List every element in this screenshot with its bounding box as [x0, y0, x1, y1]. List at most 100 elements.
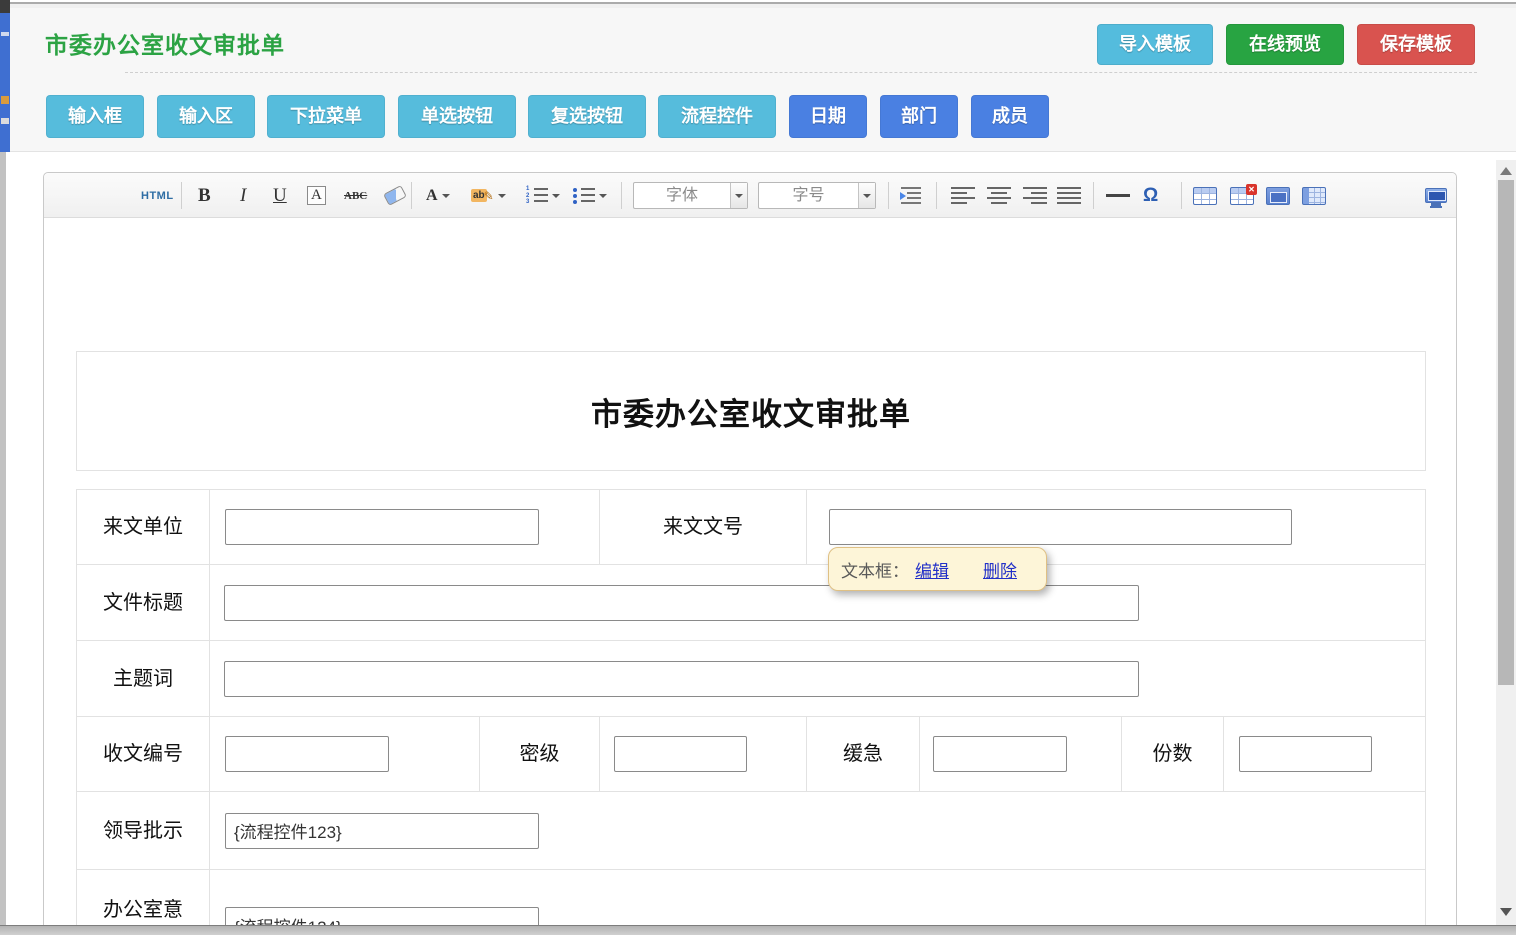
underline-button[interactable]: U — [273, 182, 287, 209]
font-family-value: 字体 — [634, 183, 730, 208]
toolbar-separator — [1181, 182, 1182, 209]
cell-secrecy — [600, 717, 807, 791]
import-template-button[interactable]: 导入模板 — [1097, 24, 1213, 65]
urgency-input[interactable] — [933, 736, 1067, 772]
scroll-up-arrow-icon[interactable] — [1500, 167, 1512, 175]
toolbar-separator — [621, 182, 622, 209]
chevron-down-icon — [599, 194, 607, 198]
toolbar-separator — [181, 182, 182, 209]
unordered-list-icon — [573, 186, 595, 205]
horizontal-rule-icon — [1106, 194, 1130, 197]
tooltip-label: 文本框： — [841, 557, 909, 582]
label-source-unit: 来文单位 — [77, 490, 210, 564]
label-copies: 份数 — [1122, 717, 1224, 791]
table-cell-properties-icon — [1266, 187, 1290, 205]
eraser-button[interactable] — [385, 182, 405, 209]
widget-button-member[interactable]: 成员 — [971, 95, 1049, 138]
save-template-button[interactable]: 保存模板 — [1357, 24, 1475, 65]
widget-button-date[interactable]: 日期 — [789, 95, 867, 138]
label-receipt-number: 收文编号 — [77, 717, 210, 791]
align-center-button[interactable] — [987, 182, 1011, 209]
widget-button-checkbox[interactable]: 复选按钮 — [528, 95, 646, 138]
label-doc-title: 文件标题 — [77, 565, 210, 640]
form-title-box: 市委办公室收文审批单 — [76, 351, 1426, 471]
copies-input[interactable] — [1239, 736, 1372, 772]
scrollbar-thumb[interactable] — [1498, 180, 1514, 685]
scroll-down-arrow-icon[interactable] — [1500, 908, 1512, 916]
align-left-button[interactable] — [951, 182, 975, 209]
label-secrecy: 密级 — [480, 717, 600, 791]
special-char-button[interactable]: Ω — [1143, 182, 1158, 209]
secrecy-input[interactable] — [614, 736, 747, 772]
fullscreen-monitor-icon — [1425, 188, 1447, 203]
toolbar-separator — [936, 182, 937, 209]
delete-link[interactable]: 删除 — [983, 557, 1017, 582]
font-size-dropdown[interactable] — [858, 183, 875, 208]
unordered-list-button[interactable] — [573, 182, 607, 209]
ordered-list-icon — [526, 186, 548, 205]
widget-button-radio[interactable]: 单选按钮 — [398, 95, 516, 138]
widget-button-department[interactable]: 部门 — [880, 95, 958, 138]
align-right-icon — [1023, 187, 1047, 204]
pencil-icon: ✎ — [484, 189, 494, 203]
chevron-down-icon — [735, 194, 743, 198]
leader-remarks-input[interactable] — [225, 813, 539, 849]
font-size-value: 字号 — [759, 183, 858, 208]
font-family-select[interactable]: 字体 — [633, 182, 748, 209]
chevron-down-icon — [498, 194, 506, 198]
ordered-list-button[interactable] — [526, 182, 560, 209]
window-left-edge-mark — [1, 118, 9, 124]
font-color-button[interactable]: A — [426, 182, 450, 209]
italic-button[interactable]: I — [240, 182, 246, 209]
html-source-button[interactable]: HTML — [141, 182, 174, 209]
strikethrough-button[interactable]: ABC — [344, 182, 367, 209]
insert-table-button[interactable] — [1193, 182, 1217, 209]
receipt-number-input[interactable] — [225, 736, 389, 772]
edit-link[interactable]: 编辑 — [915, 557, 949, 582]
highlight-color-button[interactable]: ab✎ — [471, 182, 506, 209]
justify-button[interactable] — [1057, 182, 1081, 209]
quick-style-button[interactable]: A — [307, 182, 326, 209]
widget-button-flow-control[interactable]: 流程控件 — [658, 95, 776, 138]
cell-urgency — [920, 717, 1122, 791]
window-bottom-edge — [0, 925, 1516, 935]
table-row: 主题词 — [77, 641, 1425, 717]
editor-content[interactable]: 市委办公室收文审批单 来文单位 来文文号 文件标题 — [44, 218, 1456, 935]
window-left-edge-mark — [1, 32, 9, 36]
source-unit-input[interactable] — [225, 509, 539, 545]
table-properties-button[interactable] — [1302, 182, 1326, 209]
html-source-icon: HTML — [141, 190, 174, 202]
bold-button[interactable]: B — [198, 182, 211, 209]
boxed-a-icon: A — [307, 186, 326, 205]
subject-input[interactable] — [224, 661, 1139, 697]
align-center-icon — [987, 187, 1011, 204]
header-divider — [125, 72, 1477, 73]
chevron-down-icon — [863, 194, 871, 198]
omega-icon: Ω — [1143, 185, 1158, 207]
horizontal-rule-button[interactable] — [1106, 182, 1130, 209]
toolbar-separator — [888, 182, 889, 209]
font-size-select[interactable]: 字号 — [758, 182, 876, 209]
window-top-edge — [0, 0, 1516, 8]
table-row: 收文编号 密级 缓急 份数 — [77, 717, 1425, 792]
delete-table-button[interactable]: ✕ — [1230, 182, 1254, 209]
cell-doc-title — [210, 565, 1425, 640]
widget-button-input-box[interactable]: 输入框 — [46, 95, 144, 138]
indent-button[interactable] — [901, 182, 921, 209]
table-row: 来文单位 来文文号 — [77, 490, 1425, 565]
fullscreen-button[interactable] — [1425, 182, 1447, 209]
table-row: 领导批示 — [77, 792, 1425, 870]
eraser-icon — [383, 185, 407, 206]
cell-subject — [210, 641, 1425, 716]
indent-icon — [901, 187, 921, 204]
online-preview-button[interactable]: 在线预览 — [1226, 24, 1344, 65]
vertical-scrollbar[interactable] — [1496, 160, 1516, 925]
cell-leader-remarks — [210, 792, 1425, 869]
font-family-dropdown[interactable] — [730, 183, 747, 208]
table-cell-properties-button[interactable] — [1266, 182, 1290, 209]
widget-button-input-area[interactable]: 输入区 — [157, 95, 255, 138]
align-right-button[interactable] — [1023, 182, 1047, 209]
widget-button-dropdown-menu[interactable]: 下拉菜单 — [267, 95, 385, 138]
justify-icon — [1057, 187, 1081, 204]
doc-number-input[interactable] — [829, 509, 1292, 545]
